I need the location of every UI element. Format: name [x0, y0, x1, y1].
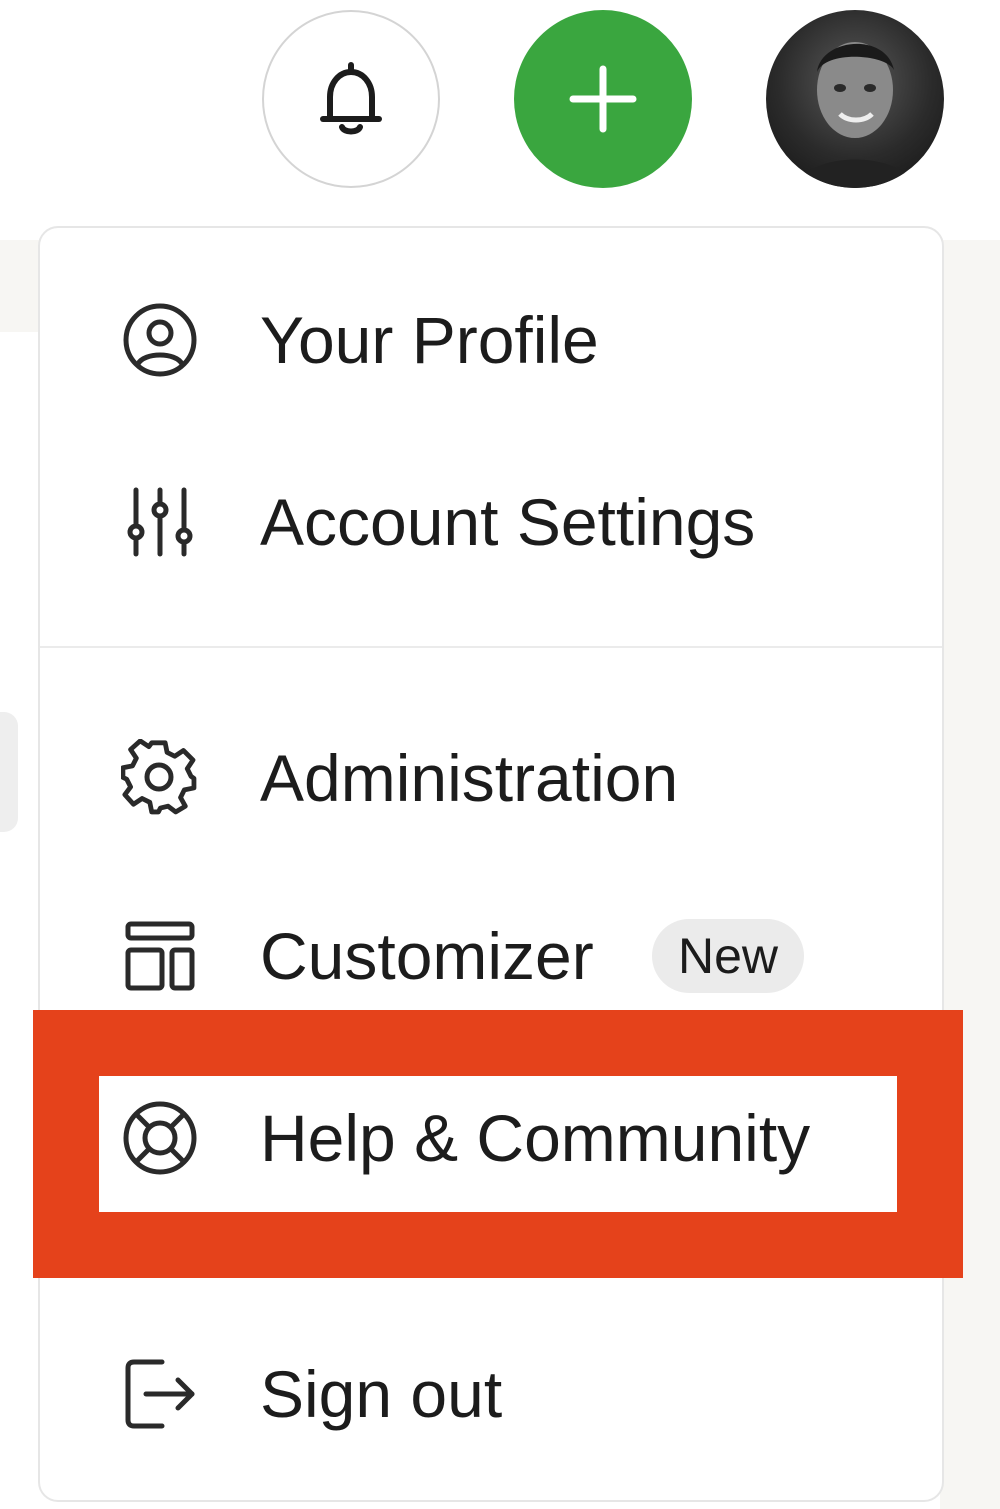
menu-item-help-community[interactable]: Help & Community [40, 1078, 942, 1198]
menu-item-administration[interactable]: Administration [40, 718, 942, 838]
user-circle-icon [120, 300, 200, 380]
menu-item-label: Administration [260, 741, 679, 815]
lifebuoy-icon [120, 1098, 200, 1178]
new-badge: New [652, 919, 805, 993]
sliders-icon [120, 482, 200, 562]
layout-icon [120, 916, 200, 996]
menu-item-sign-out[interactable]: Sign out [40, 1334, 942, 1454]
page-background-left [0, 240, 42, 332]
menu-item-account-settings[interactable]: Account Settings [40, 462, 942, 582]
menu-divider [40, 646, 942, 648]
menu-item-label: Your Profile [260, 303, 599, 377]
sign-out-icon [120, 1354, 200, 1434]
bell-icon [320, 62, 382, 135]
menu-item-label: Sign out [260, 1357, 503, 1431]
page-background [940, 240, 1000, 1509]
user-avatar[interactable] [766, 10, 944, 188]
menu-item-customizer[interactable]: Customizer New [40, 896, 942, 1016]
menu-item-label: Customizer [260, 919, 594, 993]
notifications-button[interactable] [262, 10, 440, 188]
background-panel [0, 712, 18, 832]
menu-item-label: Account Settings [260, 485, 756, 559]
menu-item-label: Help & Community [260, 1101, 811, 1175]
avatar-photo [796, 42, 916, 188]
account-dropdown-menu: Your Profile Account Settings Administra… [38, 226, 944, 1502]
plus-icon [569, 65, 637, 133]
menu-item-your-profile[interactable]: Your Profile [40, 280, 942, 400]
gear-icon [120, 738, 200, 818]
create-button[interactable] [514, 10, 692, 188]
